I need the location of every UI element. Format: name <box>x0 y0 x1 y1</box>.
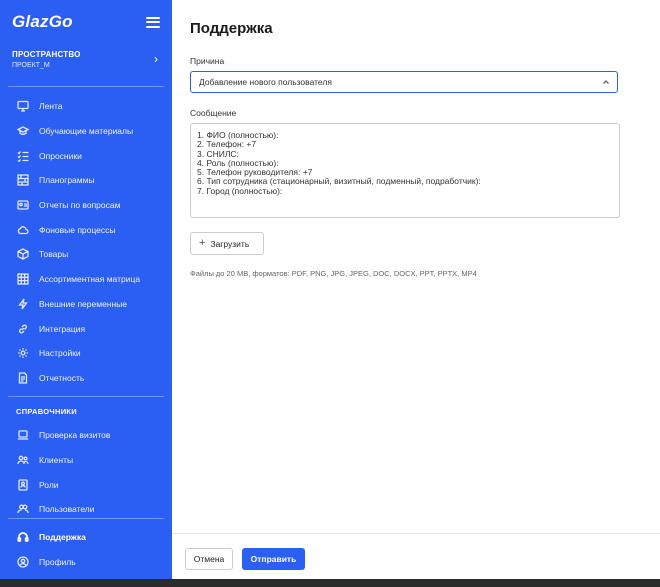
section-title-references: СПРАВОЧНИКИ <box>16 407 77 416</box>
grid-table-icon <box>16 273 29 286</box>
cloud-icon <box>16 223 29 236</box>
sidebar-item-label: Планограммы <box>39 175 95 186</box>
divider <box>8 396 164 397</box>
sidebar-item-label: Роли <box>39 479 59 490</box>
sidebar-item-label: Настройки <box>39 348 81 359</box>
laptop-icon <box>16 429 29 442</box>
sidebar-item-label: Интеграция <box>39 323 86 334</box>
sidebar-item-surveys[interactable]: Опросники <box>0 143 172 168</box>
divider <box>8 518 164 519</box>
sidebar-item-label: Ассортиментная матрица <box>39 274 141 285</box>
upload-button-label: Загрузить <box>210 238 250 249</box>
sidebar-item-support[interactable]: Поддержка <box>0 525 172 550</box>
upload-button[interactable]: + Загрузить <box>190 232 264 255</box>
sidebar-item-label: Фоновые процессы <box>39 224 116 235</box>
role-card-icon <box>16 478 29 491</box>
page-title: Поддержка <box>190 20 273 37</box>
link-icon <box>16 322 29 335</box>
document-icon <box>16 371 29 384</box>
lightning-icon <box>16 297 29 310</box>
sidebar-item-reporting[interactable]: Отчетность <box>0 366 172 391</box>
sidebar-item-label: Клиенты <box>39 455 74 466</box>
monitor-icon <box>16 100 29 113</box>
report-id-icon <box>16 199 29 212</box>
sidebar: GlazGo ПРОСТРАНСТВО ПРОЕКТ_М › Лента Обу… <box>0 0 172 587</box>
reason-select[interactable]: Добавление нового пользователя <box>190 71 618 93</box>
sidebar-item-question-reports[interactable]: Отчеты по вопросам <box>0 193 172 218</box>
logo[interactable]: GlazGo <box>12 12 73 32</box>
sidebar-item-planograms[interactable]: Планограммы <box>0 168 172 193</box>
users-icon <box>16 454 29 467</box>
sidebar-item-label: Пользователи <box>39 504 95 515</box>
graduation-cap-icon <box>16 125 29 138</box>
reason-label: Причина <box>190 56 225 66</box>
sidebar-item-profile[interactable]: Профиль <box>0 550 172 575</box>
menu-icon[interactable] <box>146 16 160 28</box>
box-icon <box>16 248 29 261</box>
app-window: GlazGo ПРОСТРАНСТВО ПРОЕКТ_М › Лента Обу… <box>0 0 660 587</box>
gear-icon <box>16 347 29 360</box>
sidebar-item-feed[interactable]: Лента <box>0 94 172 119</box>
workspace-project: ПРОЕКТ_М <box>12 62 50 69</box>
sidebar-item-label: Обучающие материалы <box>39 126 134 137</box>
sidebar-item-label: Проверка визитов <box>39 430 111 441</box>
sidebar-item-settings[interactable]: Настройки <box>0 341 172 366</box>
cancel-button[interactable]: Отмена <box>185 548 233 570</box>
workspace-selector[interactable]: ПРОСТРАНСТВО ПРОЕКТ_М › <box>12 50 160 76</box>
divider <box>8 86 164 87</box>
message-textarea[interactable]: 1. ФИО (полностью): 2. Телефон: +7 3. СН… <box>190 123 620 218</box>
sidebar-item-label: Лента <box>39 101 63 112</box>
reason-select-value: Добавление нового пользователя <box>199 77 332 87</box>
sidebar-item-integration[interactable]: Интеграция <box>0 316 172 341</box>
sidebar-item-learning[interactable]: Обучающие материалы <box>0 119 172 144</box>
sidebar-header: GlazGo <box>12 10 160 34</box>
headset-icon <box>16 531 29 544</box>
sidebar-item-visit-checks[interactable]: Проверка визитов <box>0 423 172 448</box>
submit-button[interactable]: Отправить <box>242 548 305 570</box>
sidebar-item-label: Профиль <box>39 557 76 568</box>
chevron-right-icon: › <box>154 52 158 66</box>
sidebar-item-label: Товары <box>39 249 69 260</box>
sidebar-item-label: Отчетность <box>39 372 85 383</box>
sidebar-item-clients[interactable]: Клиенты <box>0 448 172 473</box>
chevron-up-icon <box>601 77 611 87</box>
sidebar-item-assortment-matrix[interactable]: Ассортиментная матрица <box>0 267 172 292</box>
checklist-icon <box>16 149 29 162</box>
people-icon <box>16 503 29 516</box>
sidebar-item-label: Внешние переменные <box>39 298 128 309</box>
sidebar-item-background-processes[interactable]: Фоновые процессы <box>0 217 172 242</box>
sidebar-item-label: Опросники <box>39 150 82 161</box>
taskbar-strip <box>0 579 660 587</box>
sidebar-item-roles[interactable]: Роли <box>0 472 172 497</box>
plus-icon: + <box>199 237 206 249</box>
bottom-nav: Поддержка Профиль <box>0 525 172 574</box>
main-nav: Лента Обучающие материалы Опросники План… <box>0 94 172 390</box>
main-content: Поддержка Причина Добавление нового поль… <box>172 0 660 587</box>
sidebar-item-products[interactable]: Товары <box>0 242 172 267</box>
message-label: Сообщение <box>190 108 237 118</box>
references-nav: Проверка визитов Клиенты Роли Пользовате… <box>0 423 172 522</box>
file-format-hint: Файлы до 20 MB, форматов: PDF, PNG, JPG,… <box>190 269 477 278</box>
sidebar-item-label: Поддержка <box>39 532 86 543</box>
shelves-icon <box>16 174 29 187</box>
user-circle-icon <box>16 556 29 569</box>
sidebar-item-external-variables[interactable]: Внешние переменные <box>0 292 172 317</box>
sidebar-item-label: Отчеты по вопросам <box>39 200 121 211</box>
workspace-title: ПРОСТРАНСТВО <box>12 50 81 59</box>
